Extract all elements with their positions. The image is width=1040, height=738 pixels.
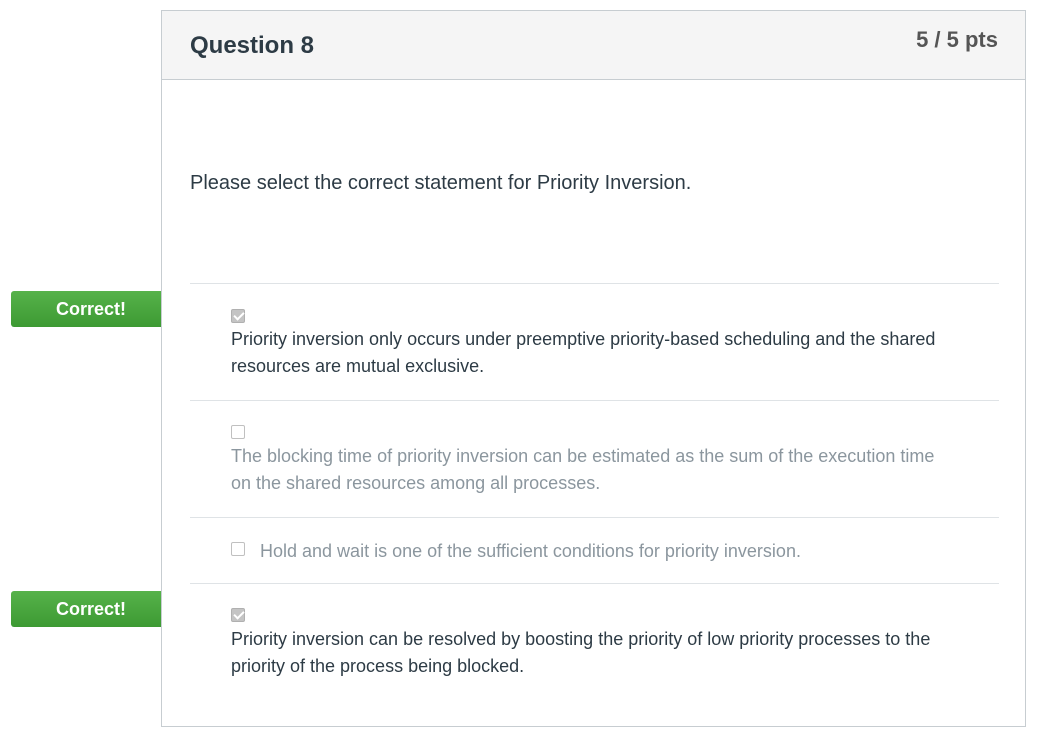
question-card: Question 8 5 / 5 pts Please select the c…: [161, 10, 1026, 727]
answer-checkbox-checked[interactable]: [231, 309, 245, 323]
answer-text: The blocking time of priority inversion …: [231, 446, 935, 493]
question-header: Question 8 5 / 5 pts: [162, 11, 1025, 80]
answer-checkbox[interactable]: [231, 542, 245, 556]
answer-option-4: Priority inversion can be resolved by bo…: [190, 583, 999, 723]
quiz-results-page: Correct! Correct! Question 8 5 / 5 pts P…: [0, 0, 1040, 738]
answer-checkbox[interactable]: [231, 425, 245, 439]
correct-flag-label: Correct!: [55, 299, 126, 319]
answer-list: Priority inversion only occurs under pre…: [190, 283, 999, 723]
answer-checkbox-checked[interactable]: [231, 608, 245, 622]
question-title: Question 8: [190, 32, 315, 59]
correct-answer-flag: Correct!: [11, 291, 182, 327]
answer-text: Priority inversion only occurs under pre…: [231, 329, 936, 376]
correct-answer-flag: Correct!: [11, 591, 182, 627]
answer-text: Hold and wait is one of the sufficient c…: [260, 541, 801, 561]
question-text: Please select the correct statement for …: [190, 172, 692, 194]
answer-text: Priority inversion can be resolved by bo…: [231, 629, 931, 676]
correct-flag-label: Correct!: [55, 599, 126, 619]
question-points: 5 / 5 pts: [916, 27, 998, 52]
answer-option-2: The blocking time of priority inversion …: [190, 400, 999, 517]
answer-option-1: Priority inversion only occurs under pre…: [190, 283, 999, 400]
answer-option-3: Hold and wait is one of the sufficient c…: [190, 517, 999, 583]
